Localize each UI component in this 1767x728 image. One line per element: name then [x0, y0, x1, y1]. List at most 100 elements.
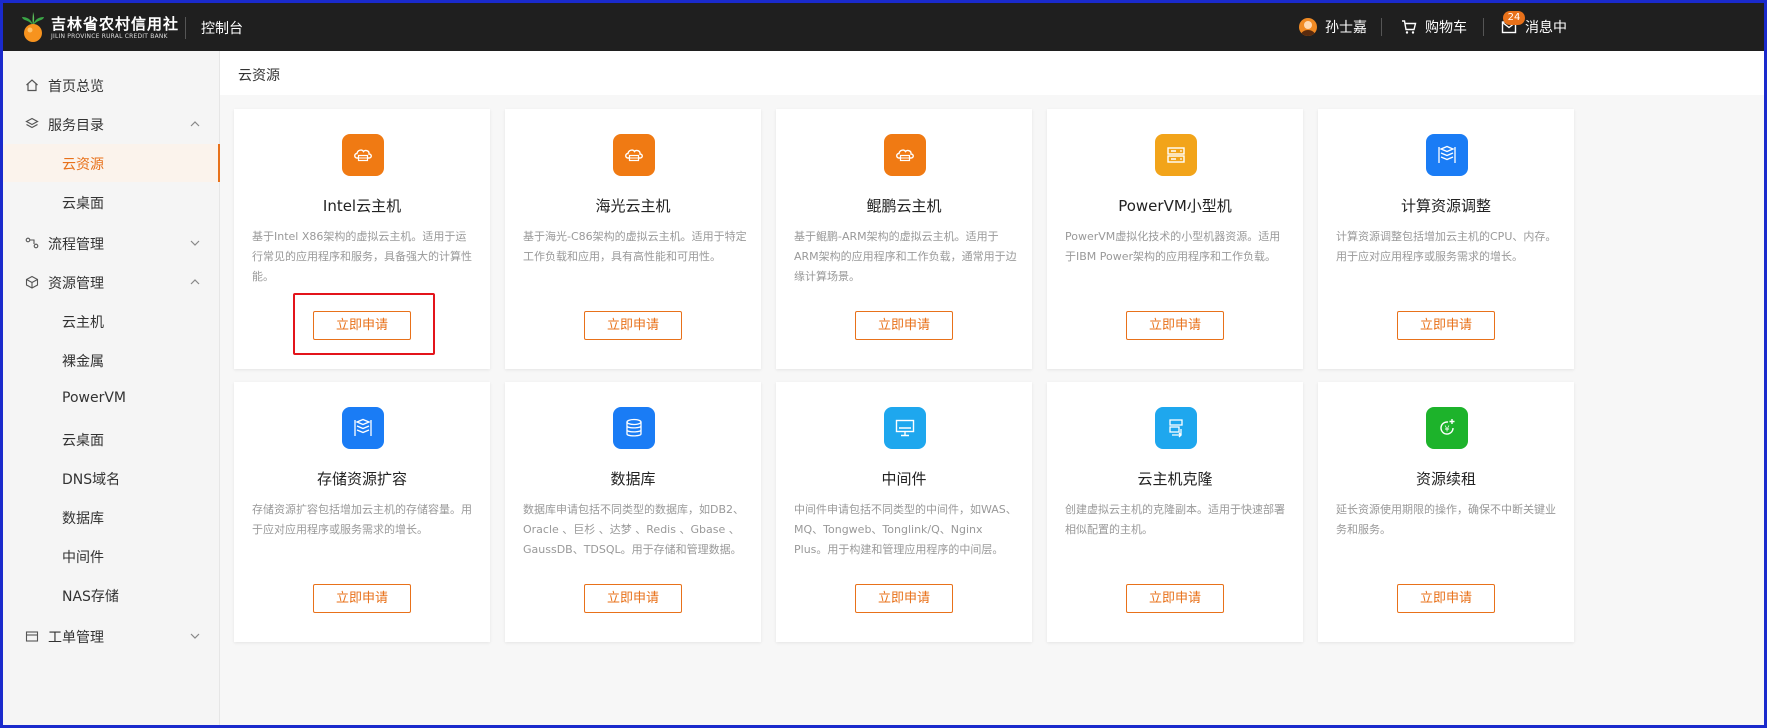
flow-icon — [25, 237, 39, 249]
apply-now-button[interactable]: 立即申请 — [1126, 311, 1224, 340]
apply-now-button[interactable]: 立即申请 — [855, 311, 953, 340]
cloud-server-icon — [342, 134, 384, 176]
logo-title: 吉林省农村信用社 — [51, 15, 180, 33]
message-label: 消息中 — [1525, 20, 1567, 36]
service-card-resource-renewal: ¥ 资源续租 延长资源使用期限的操作，确保不中断关键业务和服务。 立即申请 — [1318, 382, 1574, 642]
card-description: 基于Intel X86架构的虚拟云主机。适用于运行常见的应用程序和服务，具备强大… — [252, 230, 472, 283]
service-card-storage-expand: 存储资源扩容 存储资源扩容包括增加云主机的存储容量。用于应对应用程序或服务需求的… — [234, 382, 490, 642]
breadcrumb-bar: 云资源 — [220, 51, 1764, 95]
card-description: PowerVM虚拟化技术的小型机器资源。适用于IBM Power架构的应用程序和… — [1065, 230, 1281, 263]
user-menu[interactable]: 孙士嘉 — [1299, 16, 1367, 38]
sidebar-item-cloud-desktop-2[interactable]: 云桌面 — [3, 420, 220, 458]
apply-now-button[interactable]: 立即申请 — [1126, 584, 1224, 613]
sidebar-item-label: 中间件 — [62, 550, 104, 566]
home-icon — [26, 79, 38, 92]
message-count-badge: 24 — [1503, 11, 1525, 25]
card-description: 中间件申请包括不同类型的中间件，如WAS、MQ、Tongweb、Tonglink… — [794, 503, 1017, 556]
sidebar-item-label: 流程管理 — [48, 237, 104, 253]
sidebar-item-label: DNS域名 — [62, 472, 121, 488]
header-divider — [185, 17, 186, 39]
user-name: 孙士嘉 — [1325, 20, 1367, 36]
sidebar-item-cloud-desktop[interactable]: 云桌面 — [3, 183, 220, 221]
sidebar-item-service-catalog[interactable]: 服务目录 — [3, 105, 220, 143]
sidebar-item-label: 云桌面 — [62, 433, 104, 449]
clone-icon — [1155, 407, 1197, 449]
sidebar-item-cloud-resources[interactable]: 云资源 — [3, 144, 220, 182]
apply-now-button[interactable]: 立即申请 — [313, 584, 411, 613]
sidebar-item-powervm[interactable]: PowerVM — [3, 380, 220, 418]
bank-logo[interactable]: 吉林省农村信用社 JILIN PROVINCE RURAL CREDIT BAN… — [21, 11, 181, 45]
sidebar-item-process-management[interactable]: 流程管理 — [3, 224, 220, 262]
apply-now-button[interactable]: 立即申请 — [1397, 311, 1495, 340]
chevron-down-icon — [190, 240, 200, 246]
sidebar-item-label: 首页总览 — [48, 79, 104, 95]
card-description: 存储资源扩容包括增加云主机的存储容量。用于应对应用程序或服务需求的增长。 — [252, 503, 472, 536]
avatar — [1299, 18, 1317, 36]
console-link[interactable]: 控制台 — [201, 18, 243, 38]
sidebar-item-label: 云资源 — [62, 157, 104, 173]
sidebar-item-label: 裸金属 — [62, 354, 104, 370]
compute-adjust-icon — [1426, 134, 1468, 176]
main-content: 云资源 Intel云主机 基于Intel X86架构的虚拟云主机。适用于运行常见… — [220, 51, 1764, 725]
chevron-up-icon — [190, 121, 200, 127]
card-description: 基于鲲鹏-ARM架构的虚拟云主机。适用于ARM架构的应用程序和工作负载，通常用于… — [794, 230, 1017, 283]
sidebar-item-resource-management[interactable]: 资源管理 — [3, 263, 220, 301]
sidebar-item-bare-metal[interactable]: 裸金属 — [3, 341, 220, 379]
logo-icon — [22, 12, 44, 42]
top-bar: 吉林省农村信用社 JILIN PROVINCE RURAL CREDIT BAN… — [3, 3, 1764, 51]
app-window: 吉林省农村信用社 JILIN PROVINCE RURAL CREDIT BAN… — [0, 0, 1767, 728]
apply-now-button[interactable]: 立即申请 — [584, 584, 682, 613]
apply-now-button[interactable]: 立即申请 — [855, 584, 953, 613]
header-separator — [1483, 18, 1484, 36]
resource-icon — [25, 275, 39, 289]
card-title: 存储资源扩容 — [316, 470, 407, 488]
ticket-icon — [25, 631, 39, 642]
sidebar-item-cloud-host[interactable]: 云主机 — [3, 302, 220, 340]
card-title: 计算资源调整 — [1400, 197, 1491, 215]
service-card-middleware: 中间件 中间件申请包括不同类型的中间件，如WAS、MQ、Tongweb、Tong… — [776, 382, 1032, 642]
service-card-powervm: PowerVM小型机 PowerVM虚拟化技术的小型机器资源。适用于IBM Po… — [1047, 109, 1303, 369]
renew-icon: ¥ — [1426, 407, 1468, 449]
card-title: 中间件 — [881, 470, 927, 488]
header-separator — [1381, 18, 1382, 36]
database-icon — [613, 407, 655, 449]
sidebar-item-label: 服务目录 — [48, 118, 104, 134]
card-title: Intel云主机 — [322, 197, 402, 215]
cart-button[interactable]: 购物车 — [1401, 16, 1467, 38]
service-card-database: 数据库 数据库申请包括不同类型的数据库，如DB2、Oracle 、巨杉 、达梦 … — [505, 382, 761, 642]
card-title: 鲲鹏云主机 — [866, 197, 942, 215]
sidebar-item-middleware[interactable]: 中间件 — [3, 537, 220, 575]
sidebar-item-home[interactable]: 首页总览 — [3, 66, 220, 104]
apply-now-button[interactable]: 立即申请 — [1397, 584, 1495, 613]
card-description: 创建虚拟云主机的克隆副本。适用于快速部署相似配置的主机。 — [1065, 503, 1285, 536]
sidebar-item-label: PowerVM — [62, 390, 126, 406]
card-title: 资源续租 — [1415, 470, 1476, 488]
cloud-server-icon — [613, 134, 655, 176]
service-card-hygon-cloud-host: 海光云主机 基于海光-C86架构的虚拟云主机。适用于特定工作负载和应用，具有高性… — [505, 109, 761, 369]
sidebar-item-label: 云主机 — [62, 315, 104, 331]
card-description: 基于海光-C86架构的虚拟云主机。适用于特定工作负载和应用，具有高性能和可用性。 — [523, 230, 747, 263]
card-title: PowerVM小型机 — [1118, 197, 1232, 215]
cart-label: 购物车 — [1425, 20, 1467, 36]
sidebar-item-label: 数据库 — [62, 511, 104, 527]
card-description: 延长资源使用期限的操作，确保不中断关键业务和服务。 — [1336, 503, 1556, 536]
chevron-up-icon — [190, 279, 200, 285]
cloud-server-icon — [884, 134, 926, 176]
logo-subtitle: JILIN PROVINCE RURAL CREDIT BANK — [51, 33, 168, 40]
sidebar-item-dns[interactable]: DNS域名 — [3, 459, 220, 497]
sidebar-item-ticket-management[interactable]: 工单管理 — [3, 617, 220, 655]
card-title: 海光云主机 — [595, 197, 671, 215]
service-card-cloud-host-clone: 云主机克隆 创建虚拟云主机的克隆副本。适用于快速部署相似配置的主机。 立即申请 — [1047, 382, 1303, 642]
sidebar-item-database[interactable]: 数据库 — [3, 498, 220, 536]
sidebar-item-label: NAS存储 — [62, 589, 119, 605]
sidebar-item-label: 工单管理 — [48, 630, 104, 646]
sidebar-item-label: 云桌面 — [62, 196, 104, 212]
layers-icon — [25, 117, 39, 129]
sidebar-item-label: 资源管理 — [48, 276, 104, 292]
sidebar: 首页总览 服务目录 云资源 云桌面 流程管理 资源管理 云主机 裸金属 Powe… — [3, 51, 220, 725]
apply-now-button[interactable]: 立即申请 — [584, 311, 682, 340]
monitor-icon — [884, 407, 926, 449]
sidebar-item-nas-storage[interactable]: NAS存储 — [3, 576, 220, 614]
storage-expand-icon — [342, 407, 384, 449]
card-description: 计算资源调整包括增加云主机的CPU、内存。用于应对应用程序或服务需求的增长。 — [1336, 230, 1557, 263]
